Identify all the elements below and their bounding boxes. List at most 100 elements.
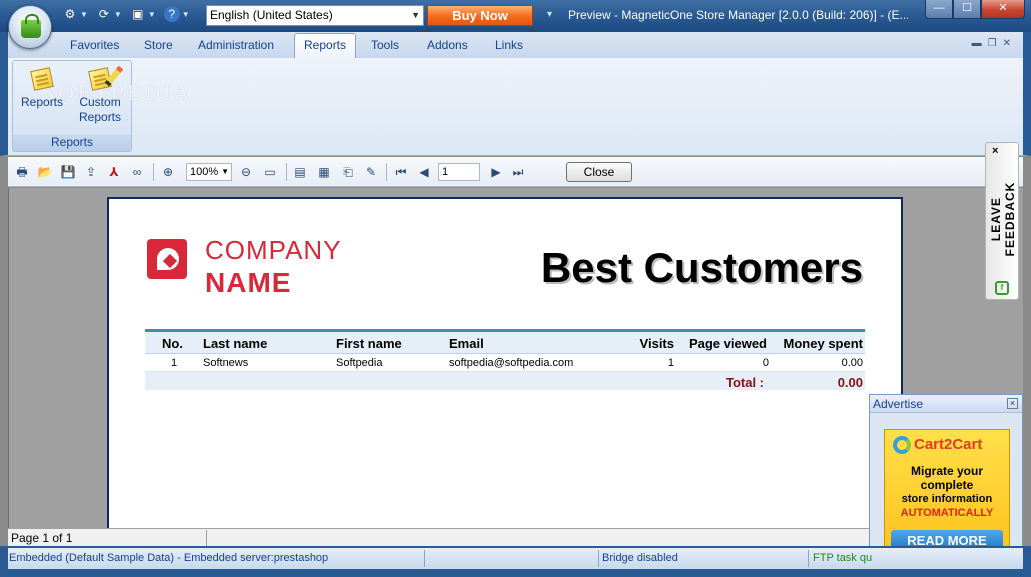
- cell-money-spent: 0.00: [841, 357, 863, 369]
- reports-button-label: Reports: [21, 95, 64, 109]
- advertise-title: Advertise: [873, 397, 924, 411]
- page-number-input[interactable]: 1: [438, 163, 480, 181]
- ribbon-group-label: Reports: [13, 135, 131, 151]
- close-window-button[interactable]: ✕: [981, 0, 1025, 19]
- custom-reports-icon: [87, 65, 124, 91]
- feedback-label: LEAVE FEEDBACK: [989, 181, 1017, 257]
- reports-icon: [29, 67, 55, 91]
- print-icon[interactable]: 🖶: [14, 164, 30, 180]
- custom-reports-label-2: Reports: [79, 110, 122, 124]
- toolbar-separator: [153, 163, 154, 181]
- cell-no: 1: [171, 357, 178, 369]
- reports-button[interactable]: Reports: [21, 67, 63, 110]
- fit-page-icon[interactable]: ▭: [262, 164, 278, 180]
- col-header-last-name: Last name: [203, 336, 268, 351]
- status-bar: Embedded (Default Sample Data) - Embedde…: [0, 546, 1031, 577]
- total-label: Total :: [725, 375, 764, 390]
- refresh-icon[interactable]: ⟳: [96, 6, 112, 22]
- windows-icon[interactable]: ▣: [130, 6, 146, 22]
- ribbon-body: SOFTPEDIA Reports Custom Reports Reports: [0, 58, 1031, 156]
- window-controls: — ☐ ✕: [925, 0, 1025, 19]
- col-header-money-spent: Money spent: [783, 336, 863, 351]
- cart2cart-banner[interactable]: Cart2Cart Migrate your complete store in…: [884, 429, 1010, 555]
- tab-administration[interactable]: Administration: [198, 38, 274, 52]
- custom-reports-button[interactable]: Custom Reports: [79, 65, 124, 125]
- maximize-button[interactable]: ☐: [953, 0, 981, 19]
- first-page-icon[interactable]: ⏮: [393, 164, 409, 180]
- cell-first-name: Softpedia: [336, 357, 383, 369]
- window-title: Preview - MagneticOne Store Manager [2.0…: [568, 8, 908, 22]
- tab-tools[interactable]: Tools: [371, 38, 399, 52]
- cart2cart-brand: Cart2Cart: [893, 436, 983, 455]
- title-menu-chevron-icon[interactable]: ▾: [547, 9, 552, 20]
- multi-page-icon[interactable]: ▦: [316, 164, 332, 180]
- tab-reports[interactable]: Reports: [294, 33, 357, 59]
- pdf-icon[interactable]: ⅄: [106, 164, 122, 180]
- chevron-down-icon[interactable]: ▼: [148, 10, 156, 19]
- cell-last-name: Softnews: [203, 357, 249, 369]
- company-name-line2: NAME: [205, 267, 292, 298]
- mdi-restore-icon[interactable]: ❐: [988, 38, 997, 49]
- toolbar-separator: [286, 163, 287, 181]
- export-icon[interactable]: ⇪: [83, 164, 99, 180]
- leave-feedback-tab[interactable]: × LEAVE FEEDBACK f: [985, 142, 1019, 300]
- table-header-row: No. Last name First name Email Visits Pa…: [145, 332, 865, 354]
- edit-page-icon[interactable]: ✎: [363, 164, 379, 180]
- buy-now-button[interactable]: Buy Now: [427, 5, 533, 26]
- settings-gear-icon[interactable]: ⚙: [62, 6, 78, 22]
- custom-reports-label-1: Custom: [79, 95, 121, 109]
- language-select[interactable]: English (United States) ▼: [206, 5, 424, 26]
- previous-page-icon[interactable]: ◀: [416, 164, 432, 180]
- save-icon[interactable]: 💾: [60, 164, 76, 180]
- ad-line-2: complete: [920, 478, 974, 492]
- cart2cart-brand-text: Cart2Cart: [914, 436, 983, 453]
- col-header-no: No.: [162, 336, 183, 351]
- zoom-in-icon[interactable]: ⊕: [160, 164, 176, 180]
- single-page-icon[interactable]: ▤: [292, 164, 308, 180]
- tab-store[interactable]: Store: [144, 38, 173, 52]
- advertise-close-icon[interactable]: ×: [1007, 398, 1018, 409]
- chevron-down-icon[interactable]: ▼: [182, 10, 190, 19]
- book-view-icon[interactable]: ⎗: [340, 164, 356, 180]
- table-total-row: Total : 0.00: [145, 372, 865, 390]
- cell-visits: 1: [667, 357, 674, 369]
- title-bar: ⚙ ▼ ⟳ ▼ ▣ ▼ ? ▼ English (United States) ▼ Bu…: [0, 0, 1031, 32]
- help-icon[interactable]: ?: [163, 6, 180, 22]
- feedback-close-icon[interactable]: ×: [992, 145, 998, 157]
- connection-status: Embedded (Default Sample Data) - Embedde…: [9, 552, 329, 564]
- app-orb-button[interactable]: [8, 5, 52, 49]
- status-bar-panel: Embedded (Default Sample Data) - Embedde…: [8, 548, 1023, 569]
- open-folder-icon[interactable]: 📂: [37, 164, 53, 180]
- company-name-line1: COMPANY: [205, 235, 342, 265]
- status-separator: [424, 550, 425, 567]
- tab-addons[interactable]: Addons: [427, 38, 468, 52]
- minimize-button[interactable]: —: [925, 0, 953, 19]
- mdi-minimize-icon[interactable]: ▬: [972, 38, 982, 49]
- find-binoculars-icon[interactable]: ∞: [129, 164, 145, 180]
- zoom-out-icon[interactable]: ⊖: [238, 164, 254, 180]
- chevron-down-icon: ▼: [221, 167, 229, 176]
- zoom-select[interactable]: 100% ▼: [186, 163, 232, 181]
- quick-access-toolbar: ⚙ ▼ ⟳ ▼ ▣ ▼ ? ▼: [62, 6, 190, 22]
- report-title: Best Customers: [540, 244, 863, 291]
- cart2cart-logo-icon: [893, 436, 911, 455]
- total-value: 0.00: [837, 375, 863, 390]
- chevron-down-icon[interactable]: ▼: [80, 10, 88, 19]
- customers-table: No. Last name First name Email Visits Pa…: [145, 329, 865, 390]
- last-page-icon[interactable]: ⏭: [510, 164, 526, 180]
- chevron-down-icon[interactable]: ▼: [114, 10, 122, 19]
- language-select-value: English (United States): [210, 8, 333, 22]
- tab-links[interactable]: Links: [495, 38, 523, 52]
- close-preview-button[interactable]: Close: [566, 162, 632, 182]
- advertise-header: Advertise ×: [870, 395, 1022, 413]
- company-logo-icon: [147, 239, 187, 279]
- report-page: COMPANY NAME Best Customers No. Last nam…: [107, 197, 903, 537]
- next-page-icon[interactable]: ▶: [488, 164, 504, 180]
- col-header-first-name: First name: [336, 336, 402, 351]
- col-header-visits: Visits: [639, 336, 674, 351]
- advertise-panel: Advertise × Cart2Cart Migrate your compl…: [869, 394, 1023, 565]
- mdi-close-icon[interactable]: ✕: [1003, 38, 1011, 49]
- tab-favorites[interactable]: Favorites: [70, 38, 119, 52]
- zoom-value: 100%: [190, 166, 219, 178]
- reports-ribbon-group: SOFTPEDIA Reports Custom Reports Reports: [12, 60, 189, 152]
